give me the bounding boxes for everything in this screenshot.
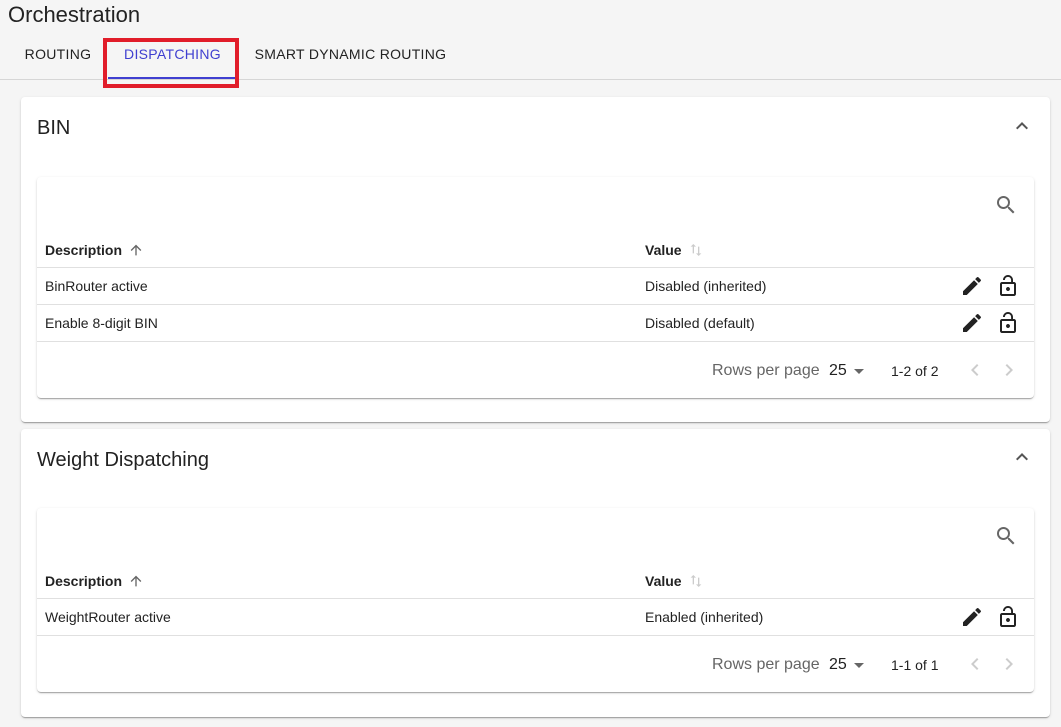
rows-per-page-value: 25 bbox=[829, 362, 847, 379]
pagination-range: 1-2 of 2 bbox=[891, 363, 939, 379]
column-header-description[interactable]: Description bbox=[45, 564, 144, 598]
caret-down-icon bbox=[853, 663, 864, 668]
tab-bar: ROUTING DISPATCHING SMART DYNAMIC ROUTIN… bbox=[0, 36, 1061, 80]
table-panel: Description Value BinRouter active Disab… bbox=[37, 177, 1034, 398]
column-header-description[interactable]: Description bbox=[45, 233, 144, 267]
rows-per-page-value: 25 bbox=[829, 656, 847, 673]
column-header-label: Description bbox=[45, 241, 123, 258]
lock-open-icon[interactable] bbox=[996, 274, 1020, 298]
rows-per-page-label: Rows per page bbox=[712, 362, 820, 379]
table-panel: Description Value WeightRouter active En… bbox=[37, 508, 1034, 692]
table-row: BinRouter active Disabled (inherited) bbox=[37, 268, 1034, 305]
chevron-right-icon[interactable] bbox=[997, 358, 1021, 382]
column-header-label: Value bbox=[645, 572, 682, 589]
value-cell: Disabled (default) bbox=[645, 315, 755, 331]
sort-icon bbox=[690, 244, 701, 256]
search-icon[interactable] bbox=[994, 524, 1018, 548]
column-header-value[interactable]: Value bbox=[645, 233, 704, 267]
tab-routing[interactable]: ROUTING bbox=[24, 36, 92, 79]
search-icon[interactable] bbox=[994, 193, 1018, 217]
chevron-up-icon[interactable] bbox=[1010, 445, 1034, 469]
column-header-label: Value bbox=[645, 241, 682, 258]
arrow-up-icon bbox=[130, 244, 142, 256]
value-cell: Enabled (inherited) bbox=[645, 609, 764, 625]
pencil-icon[interactable] bbox=[960, 274, 984, 298]
pencil-icon[interactable] bbox=[960, 311, 984, 335]
chevron-up-icon[interactable] bbox=[1010, 114, 1034, 138]
lock-open-icon[interactable] bbox=[996, 605, 1020, 629]
pencil-icon[interactable] bbox=[960, 605, 984, 629]
pagination-range: 1-1 of 1 bbox=[891, 657, 939, 673]
value-cell: Disabled (inherited) bbox=[645, 278, 767, 294]
table-header: Description Value bbox=[37, 564, 1034, 599]
table-header: Description Value bbox=[37, 233, 1034, 268]
column-header-label: Description bbox=[45, 572, 123, 589]
table-row: Enable 8-digit BIN Disabled (default) bbox=[37, 305, 1034, 342]
tab-smart-dynamic-routing[interactable]: SMART DYNAMIC ROUTING bbox=[253, 36, 448, 79]
section-title: BIN bbox=[37, 117, 71, 139]
section-card-bin: BIN Description Value BinRouter active D… bbox=[21, 97, 1050, 422]
section-title: Weight Dispatching bbox=[37, 449, 209, 471]
sort-icon bbox=[690, 575, 701, 587]
rows-per-page-select[interactable]: 25 bbox=[829, 359, 871, 383]
lock-open-icon[interactable] bbox=[996, 311, 1020, 335]
pagination: Rows per page 25 1-2 of 2 bbox=[37, 342, 1034, 398]
rows-per-page-select[interactable]: 25 bbox=[829, 653, 871, 677]
chevron-left-icon[interactable] bbox=[963, 652, 987, 676]
arrow-up-icon bbox=[130, 575, 142, 587]
chevron-right-icon[interactable] bbox=[997, 652, 1021, 676]
description-cell: Enable 8-digit BIN bbox=[45, 315, 158, 331]
section-card-weight-dispatching: Weight Dispatching Description Value Wei… bbox=[21, 429, 1050, 717]
tab-dispatching[interactable]: DISPATCHING bbox=[108, 36, 237, 79]
chevron-left-icon[interactable] bbox=[963, 358, 987, 382]
description-cell: WeightRouter active bbox=[45, 609, 171, 625]
page-title: Orchestration bbox=[8, 2, 141, 27]
column-header-value[interactable]: Value bbox=[645, 564, 704, 598]
pagination: Rows per page 25 1-1 of 1 bbox=[37, 636, 1034, 692]
table-row: WeightRouter active Enabled (inherited) bbox=[37, 599, 1034, 636]
rows-per-page-label: Rows per page bbox=[712, 656, 820, 673]
description-cell: BinRouter active bbox=[45, 278, 148, 294]
caret-down-icon bbox=[853, 369, 864, 374]
